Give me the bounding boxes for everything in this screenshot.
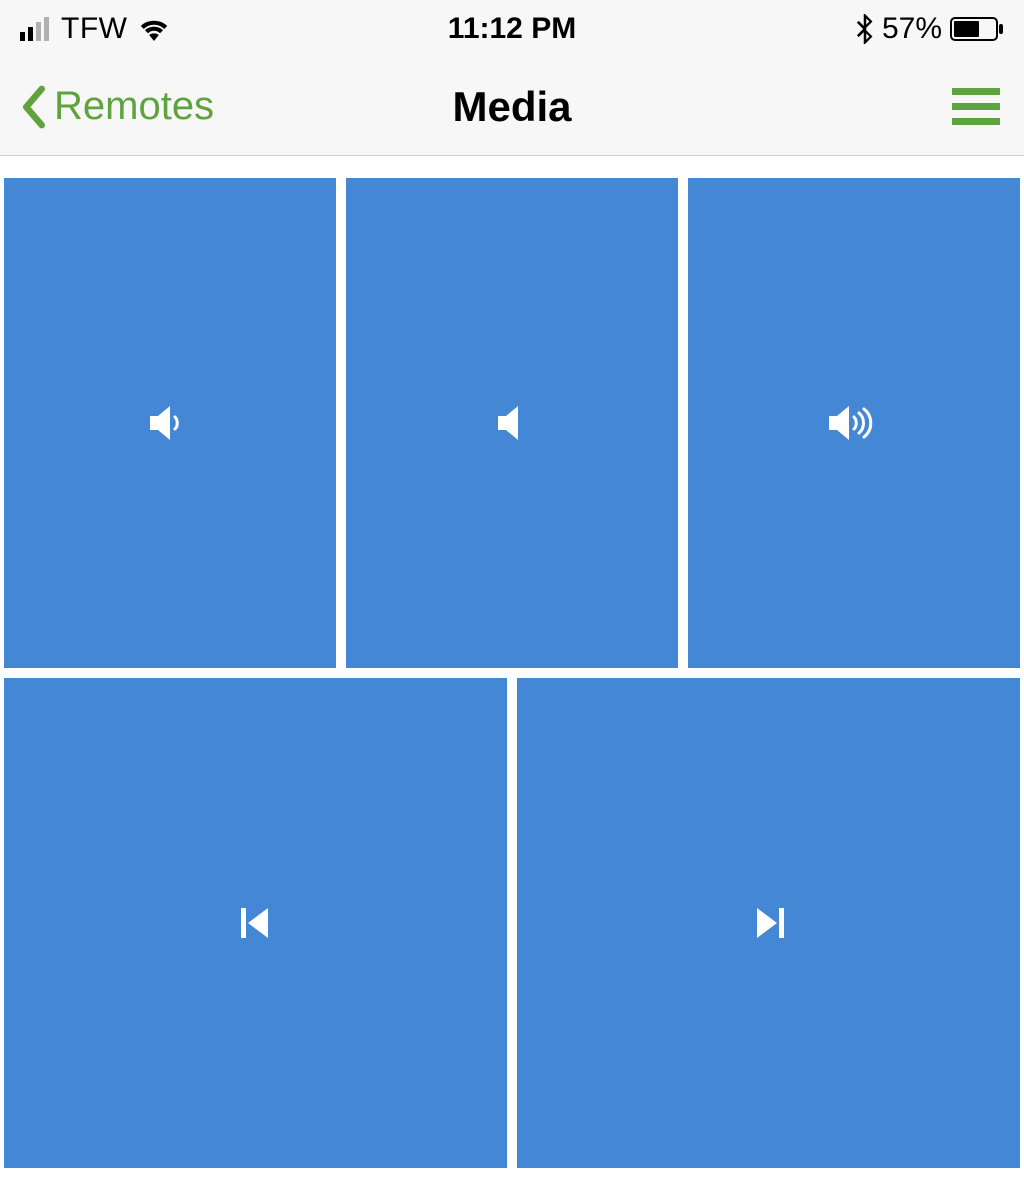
back-button[interactable]: Remotes (20, 84, 214, 129)
status-right: 57% (856, 12, 1004, 46)
volume-mute-button[interactable] (346, 178, 678, 668)
content-area (0, 156, 1024, 1180)
hamburger-icon (952, 88, 1000, 125)
battery-icon (950, 17, 1004, 41)
wifi-icon (139, 17, 169, 41)
chevron-left-icon (20, 85, 48, 129)
nav-bar: Remotes Media (0, 58, 1024, 156)
back-label: Remotes (54, 84, 214, 129)
menu-button[interactable] (948, 84, 1004, 129)
skip-previous-icon (238, 903, 274, 943)
bluetooth-icon (856, 14, 874, 44)
signal-strength-icon (20, 17, 49, 41)
battery-percent: 57% (882, 12, 942, 46)
page-title: Media (452, 83, 571, 131)
volume-low-icon (146, 403, 194, 443)
previous-track-button[interactable] (4, 678, 507, 1168)
tile-row-track (4, 678, 1020, 1168)
status-time: 11:12 PM (448, 12, 576, 46)
status-bar: TFW 11:12 PM 57% (0, 0, 1024, 58)
carrier-label: TFW (61, 12, 127, 46)
volume-up-button[interactable] (688, 178, 1020, 668)
status-left: TFW (20, 12, 169, 46)
volume-down-button[interactable] (4, 178, 336, 668)
skip-next-icon (751, 903, 787, 943)
tile-row-volume (4, 178, 1020, 668)
volume-high-icon (827, 403, 881, 443)
volume-mute-icon (488, 403, 536, 443)
next-track-button[interactable] (517, 678, 1020, 1168)
